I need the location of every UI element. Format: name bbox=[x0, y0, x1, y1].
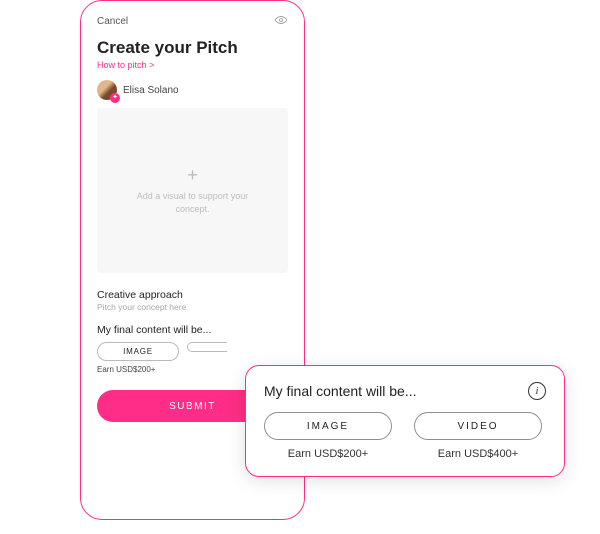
how-to-pitch-link[interactable]: How to pitch > bbox=[97, 60, 288, 70]
overlay-video-earn: Earn USD$400+ bbox=[438, 448, 518, 460]
overlay-video-chip[interactable]: VIDEO bbox=[414, 412, 542, 440]
info-icon[interactable]: i bbox=[528, 382, 546, 400]
content-type-partial-chip[interactable] bbox=[187, 342, 227, 352]
avatar-add-badge-icon: ✦ bbox=[110, 93, 120, 103]
overlay-image-earn: Earn USD$200+ bbox=[288, 448, 368, 460]
visual-dropzone[interactable]: + Add a visual to support your concept. bbox=[97, 108, 288, 273]
creative-approach-hint[interactable]: Pitch your concept here bbox=[97, 302, 288, 312]
user-row: ✦ Elisa Solano bbox=[97, 80, 288, 100]
overlay-image-chip[interactable]: IMAGE bbox=[264, 412, 392, 440]
page-title: Create your Pitch bbox=[97, 38, 288, 58]
final-content-label: My final content will be... bbox=[97, 324, 288, 336]
dropzone-hint: Add a visual to support your concept. bbox=[133, 190, 253, 214]
overlay-title: My final content will be... bbox=[264, 383, 417, 399]
top-bar: Cancel bbox=[97, 13, 288, 30]
content-type-overlay: My final content will be... i IMAGE Earn… bbox=[245, 365, 565, 477]
preview-eye-icon[interactable] bbox=[274, 13, 288, 30]
avatar: ✦ bbox=[97, 80, 117, 100]
earn-image-text: Earn USD$200+ bbox=[97, 365, 155, 374]
creative-approach-label: Creative approach bbox=[97, 289, 288, 301]
cancel-button[interactable]: Cancel bbox=[97, 16, 128, 27]
content-type-image-chip[interactable]: IMAGE bbox=[97, 342, 179, 361]
user-name: Elisa Solano bbox=[123, 85, 179, 96]
plus-icon: + bbox=[187, 166, 198, 184]
